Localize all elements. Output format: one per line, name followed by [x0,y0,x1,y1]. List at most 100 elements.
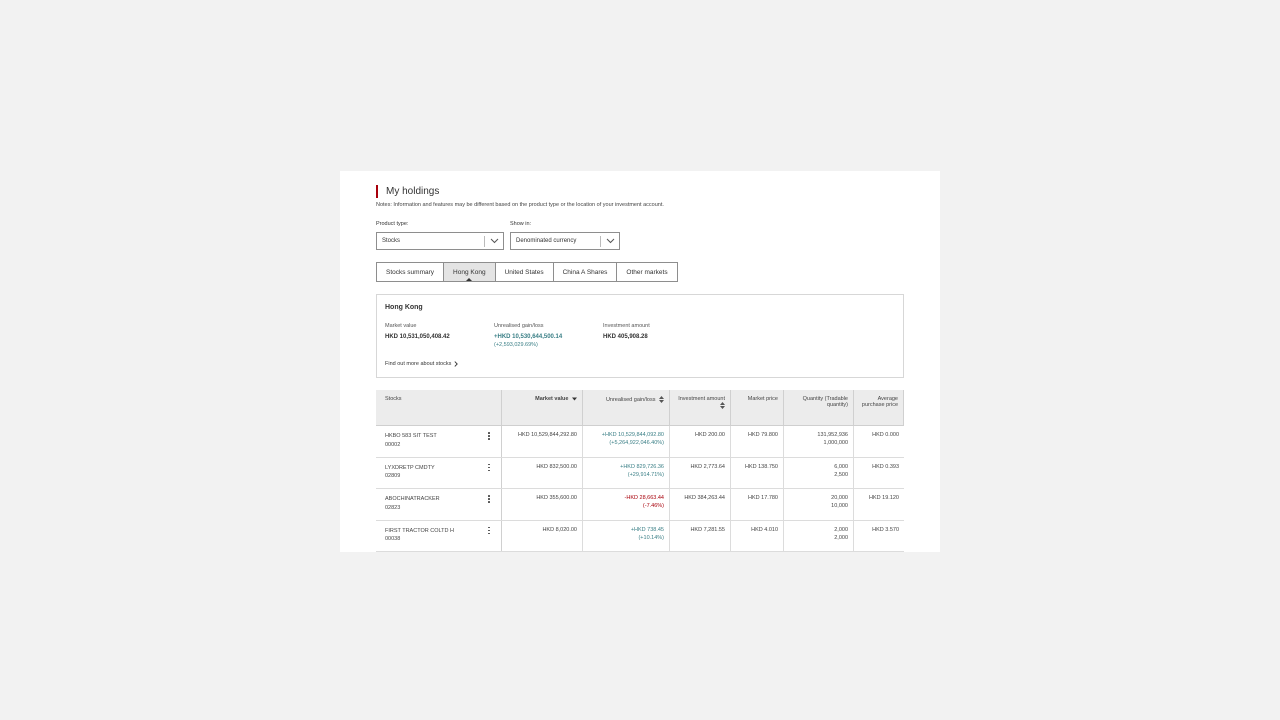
chevron-down-icon [601,238,619,244]
header-average-price: Average purchase price [854,390,904,425]
gain-percent: (-7.46%) [642,503,664,509]
sort-both-icon [720,402,725,409]
market-value-metric: Market value HKD 10,531,050,408.42 [385,323,450,340]
stock-code: 00002 [385,441,401,448]
tab-hong-kong[interactable]: Hong Kong [444,263,496,281]
quantity-value: 20,000 [831,495,848,501]
show-in-select[interactable]: Denominated currency [510,232,620,250]
price-cell: HKD 79.800 [731,426,784,457]
investment-cell: HKD 200.00 [670,426,731,457]
header-market-value-label: Market value [535,396,569,402]
tab-other-markets[interactable]: Other markets [617,263,676,281]
investment-cell: HKD 384,263.44 [670,489,731,520]
more-vertical-icon[interactable] [487,526,491,535]
page-title: My holdings [386,186,440,197]
find-more-link[interactable]: Find out more about stocks [385,361,459,367]
sort-both-icon [659,396,664,403]
gain-amount: +HKD 738.45 [630,526,664,533]
stock-name: ABOCHINATRACKER [385,496,440,502]
gain-amount: +HKD 829,726.36 [620,463,664,470]
table-row: FIRST TRACTOR COLTD H 00038 HKD 8,020.00… [376,520,904,552]
quantity-value: 2,000 [834,526,848,533]
stock-cell: HKBO 583 SIT TEST 00002 [376,426,502,457]
market-value-cell: HKD 8,020.00 [502,520,583,551]
header-gain-label: Unrealised gain/loss [605,396,656,403]
product-type-label: Product type: [376,221,409,227]
gain-cell: +HKD 738.45 (+10.14%) [583,520,670,551]
header-stocks: Stocks [376,390,502,425]
gain-label: Unrealised gain/loss [494,323,544,329]
gain-cell: +HKD 829,726.36 (+29,914.71%) [583,457,670,488]
market-value-amount: HKD 10,531,050,408.42 [385,334,450,340]
table-header-row: Stocks Market value Unrealised gain/loss… [376,390,904,426]
investment-metric: Investment amount HKD 405,908.28 [603,323,650,340]
market-value-cell: HKD 832,500.00 [502,457,583,488]
stock-code: 00038 [385,536,401,542]
notes-text: Notes: Information and features may be d… [376,202,664,208]
holdings-table: Stocks Market value Unrealised gain/loss… [376,390,904,552]
page-title-wrap: My holdings [376,185,439,198]
investment-cell: HKD 7,281.55 [670,520,731,551]
gain-percent: (+5,264,922,046.40%) [609,440,664,446]
investment-cell: HKD 2,773.64 [670,457,731,488]
stock-name: FIRST TRACTOR COLTD H [385,527,454,534]
gain-percent: (+2,593,029.69%) [494,342,538,348]
table-row: ABOCHINATRACKER 02823 HKD 355,600.00 -HK… [376,489,904,521]
investment-amount: HKD 405,908.28 [603,334,648,340]
stock-code: 02809 [385,473,401,479]
gain-percent: (+10.14%) [638,534,664,541]
quantity-cell: 131,952,936 1,000,000 [784,426,854,457]
tab-united-states[interactable]: United States [496,263,554,281]
quantity-cell: 20,000 10,000 [784,489,854,520]
stock-code: 02823 [385,504,401,511]
tab-stocks-summary[interactable]: Stocks summary [377,263,445,281]
quantity-value: 6,000 [834,463,848,470]
tab-china-a-shares[interactable]: China A Shares [554,263,618,281]
gain-percent: (+29,914.71%) [627,471,664,478]
product-type-value: Stocks [382,238,401,244]
stock-cell: ABOCHINATRACKER 02823 [376,489,502,520]
find-more-label: Find out more about stocks [385,361,452,367]
gain-metric: Unrealised gain/loss +HKD 10,530,644,500… [494,323,562,348]
more-vertical-icon[interactable] [487,432,491,440]
quantity-cell: 6,000 2,500 [784,457,854,488]
stock-cell: FIRST TRACTOR COLTD H 00038 [376,520,502,551]
average-price-cell: HKD 0.000 [872,432,899,438]
price-cell: HKD 4.010 [731,520,784,551]
gain-amount: +HKD 10,530,644,500.14 [494,334,563,340]
stock-name: HKBO 583 SIT TEST [385,433,437,439]
tradable-quantity-value: 10,000 [831,503,848,509]
gain-cell: +HKD 10,529,844,092.80 (+5,264,922,046.4… [583,426,670,457]
header-investment-label: Investment amount [678,396,725,402]
price-cell: HKD 138.750 [731,457,784,488]
quantity-cell: 2,000 2,000 [784,520,854,551]
stock-name: LYXDRETP CMDTY [385,464,435,471]
gain-amount: -HKD 28,663.44 [624,495,664,501]
holdings-card: My holdings Notes: Information and featu… [340,171,940,552]
average-price-cell: HKD 19.120 [869,495,899,501]
more-vertical-icon[interactable] [487,463,491,472]
show-in-value: Denominated currency [516,238,577,244]
more-vertical-icon[interactable] [487,495,491,503]
quantity-value: 131,952,936 [817,432,848,438]
product-type-select[interactable]: Stocks [376,232,504,250]
show-in-label: Show in: [510,221,532,227]
market-value-cell: HKD 10,529,844,292.80 [502,426,583,457]
header-quantity: Quantity (Tradable quantity) [784,390,854,425]
header-market-value[interactable]: Market value [502,390,583,425]
table-row: HKBO 583 SIT TEST 00002 HKD 10,529,844,2… [376,426,904,458]
tradable-quantity-value: 2,000 [834,534,848,541]
market-summary: Hong Kong Market value HKD 10,531,050,40… [376,294,904,378]
market-value-label: Market value [385,323,417,329]
market-value-cell: HKD 355,600.00 [502,489,583,520]
chevron-right-icon [454,361,459,367]
header-gain[interactable]: Unrealised gain/loss [583,390,670,425]
header-investment[interactable]: Investment amount [670,390,731,425]
gain-cell: -HKD 28,663.44 (-7.46%) [583,489,670,520]
table-row: LYXDRETP CMDTY 02809 HKD 832,500.00 +HKD… [376,457,904,489]
summary-title: Hong Kong [385,304,423,311]
tradable-quantity-value: 2,500 [834,471,848,478]
header-market-price: Market price [731,390,784,425]
tradable-quantity-value: 1,000,000 [823,440,848,446]
price-cell: HKD 17.780 [731,489,784,520]
